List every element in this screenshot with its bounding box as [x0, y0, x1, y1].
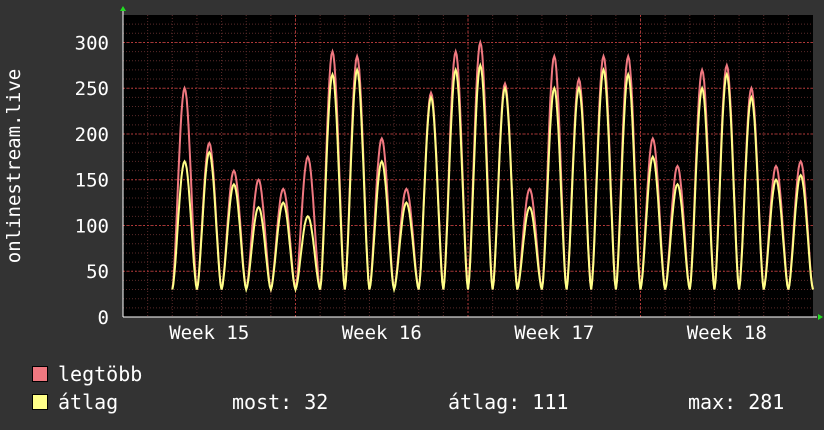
legend-label-max: legtöbb	[58, 362, 143, 386]
legend-label-avg: átlag	[58, 390, 119, 414]
x-axis-arrow	[818, 314, 823, 320]
y-tick-label: 100	[75, 215, 109, 237]
y-tick-label: 0	[98, 307, 109, 329]
y-tick-label: 250	[75, 78, 109, 100]
x-tick-label: Week 18	[687, 322, 767, 344]
y-axis-label: onlinestream.live	[3, 69, 25, 263]
x-tick-label: Week 16	[342, 322, 422, 344]
stat-current: most: 32	[232, 390, 329, 414]
stat-max: max: 281	[688, 390, 785, 414]
stat-average: átlag: 111	[448, 390, 569, 414]
legend-swatch-avg	[32, 394, 48, 410]
legend-swatch-max	[32, 366, 48, 382]
y-tick-label: 50	[86, 261, 109, 283]
y-tick-label: 150	[75, 170, 109, 192]
y-tick-label: 300	[75, 32, 109, 54]
y-axis-arrow	[120, 6, 126, 11]
x-tick-label: Week 15	[169, 322, 249, 344]
x-tick-label: Week 17	[514, 322, 594, 344]
y-tick-label: 200	[75, 124, 109, 146]
